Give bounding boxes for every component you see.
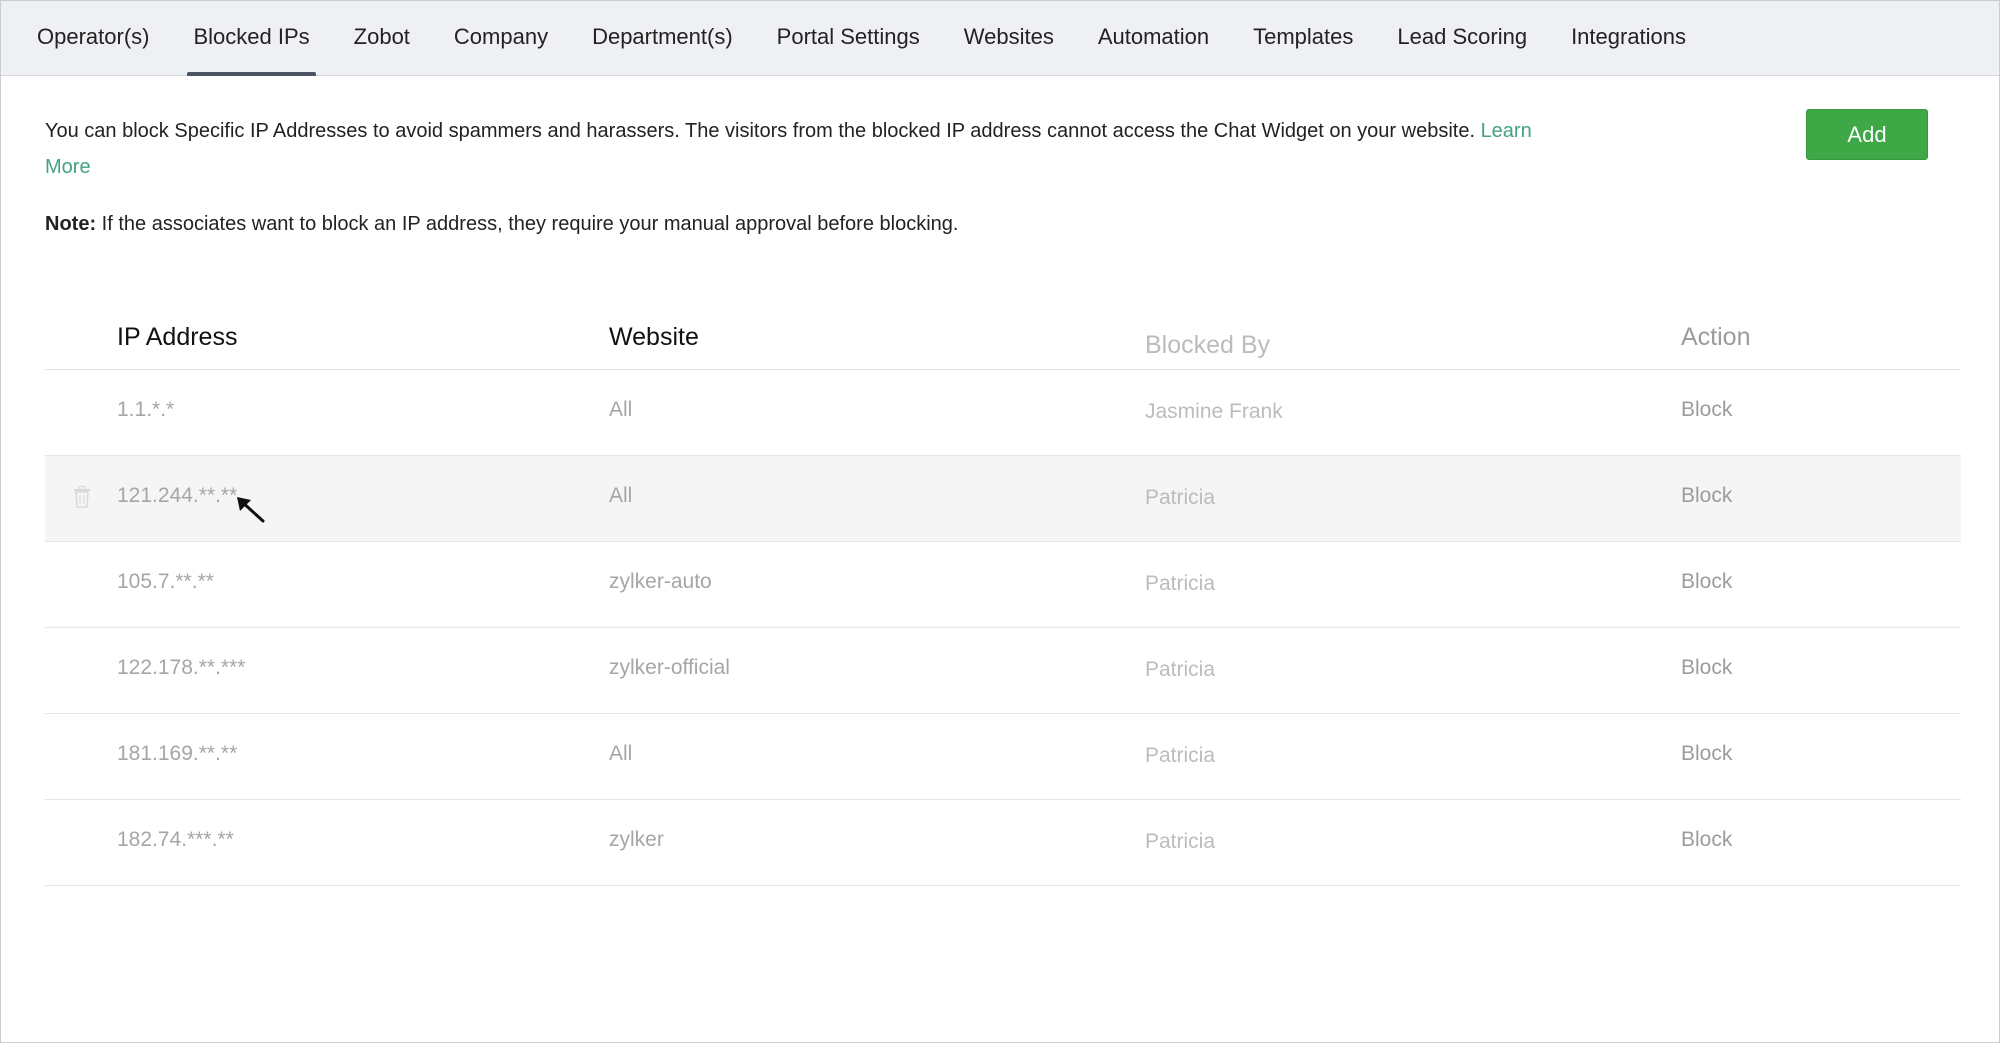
blocked-by-cell: Jasmine Frank xyxy=(1145,400,1283,423)
page-description: You can block Specific IP Addresses to a… xyxy=(45,113,1565,185)
blocked-by-cell: Patricia xyxy=(1145,744,1216,767)
tab-integrations[interactable]: Integrations xyxy=(1549,1,1708,76)
tab-departments[interactable]: Department(s) xyxy=(570,1,755,76)
website-cell: zylker-official xyxy=(609,656,730,679)
block-action[interactable]: Block xyxy=(1681,398,1732,422)
blocked-by-cell: Patricia xyxy=(1145,486,1216,509)
ip-address-cell: 122.178.**.*** xyxy=(117,656,246,679)
blocked-ips-table: IP Address Website Blocked By Action 1.1… xyxy=(45,301,1961,886)
tab-portal-settings[interactable]: Portal Settings xyxy=(755,1,942,76)
note: Note: If the associates want to block an… xyxy=(45,206,958,242)
top-navigation: Operator(s) Blocked IPs Zobot Company De… xyxy=(1,1,1999,76)
ip-address-cell: 121.244.**.** xyxy=(117,484,238,507)
tab-websites[interactable]: Websites xyxy=(942,1,1076,76)
tab-zobot[interactable]: Zobot xyxy=(332,1,432,76)
column-header-blocked-by: Blocked By xyxy=(1145,331,1271,359)
block-action[interactable]: Block xyxy=(1681,742,1732,766)
tab-lead-scoring[interactable]: Lead Scoring xyxy=(1375,1,1549,76)
website-cell: All xyxy=(609,742,633,765)
blocked-by-cell: Patricia xyxy=(1145,572,1216,595)
table-row[interactable]: 122.178.**.*** zylker-official Patricia … xyxy=(45,628,1961,714)
table-row[interactable]: 182.74.***.** zylker Patricia Block xyxy=(45,800,1961,886)
ip-address-cell: 105.7.**.** xyxy=(117,570,214,593)
website-cell: zylker-auto xyxy=(609,570,712,593)
block-action[interactable]: Block xyxy=(1681,570,1732,594)
blocked-by-cell: Patricia xyxy=(1145,658,1216,681)
block-action[interactable]: Block xyxy=(1681,484,1732,508)
tab-bar: Operator(s) Blocked IPs Zobot Company De… xyxy=(15,1,1708,76)
table-row[interactable]: 181.169.**.** All Patricia Block xyxy=(45,714,1961,800)
tab-operators[interactable]: Operator(s) xyxy=(15,1,171,76)
tab-blocked-ips[interactable]: Blocked IPs xyxy=(171,1,331,76)
column-header-website: Website xyxy=(609,323,699,351)
table-row[interactable]: 121.244.**.** All Patricia Block xyxy=(45,456,1961,542)
website-cell: All xyxy=(609,484,633,507)
website-cell: All xyxy=(609,398,633,421)
add-button[interactable]: Add xyxy=(1806,109,1928,160)
settings-window: Operator(s) Blocked IPs Zobot Company De… xyxy=(0,0,2000,1043)
column-header-action: Action xyxy=(1681,323,1751,351)
ip-address-cell: 182.74.***.** xyxy=(117,828,234,851)
ip-address-cell: 181.169.**.** xyxy=(117,742,238,765)
block-action[interactable]: Block xyxy=(1681,656,1732,680)
tab-automation[interactable]: Automation xyxy=(1076,1,1231,76)
table-row[interactable]: 1.1.*.* All Jasmine Frank Block xyxy=(45,370,1961,456)
ip-address-cell: 1.1.*.* xyxy=(117,398,175,421)
note-text: If the associates want to block an IP ad… xyxy=(96,213,959,235)
blocked-by-cell: Patricia xyxy=(1145,830,1216,853)
block-action[interactable]: Block xyxy=(1681,828,1732,852)
website-cell: zylker xyxy=(609,828,664,851)
tab-templates[interactable]: Templates xyxy=(1231,1,1375,76)
table-row[interactable]: 105.7.**.** zylker-auto Patricia Block xyxy=(45,542,1961,628)
table-header: IP Address Website Blocked By Action xyxy=(45,301,1961,370)
trash-icon[interactable] xyxy=(73,485,91,508)
description-text: You can block Specific IP Addresses to a… xyxy=(45,120,1475,142)
column-header-ip-address: IP Address xyxy=(117,323,238,351)
tab-company[interactable]: Company xyxy=(432,1,570,76)
note-label: Note: xyxy=(45,213,97,235)
